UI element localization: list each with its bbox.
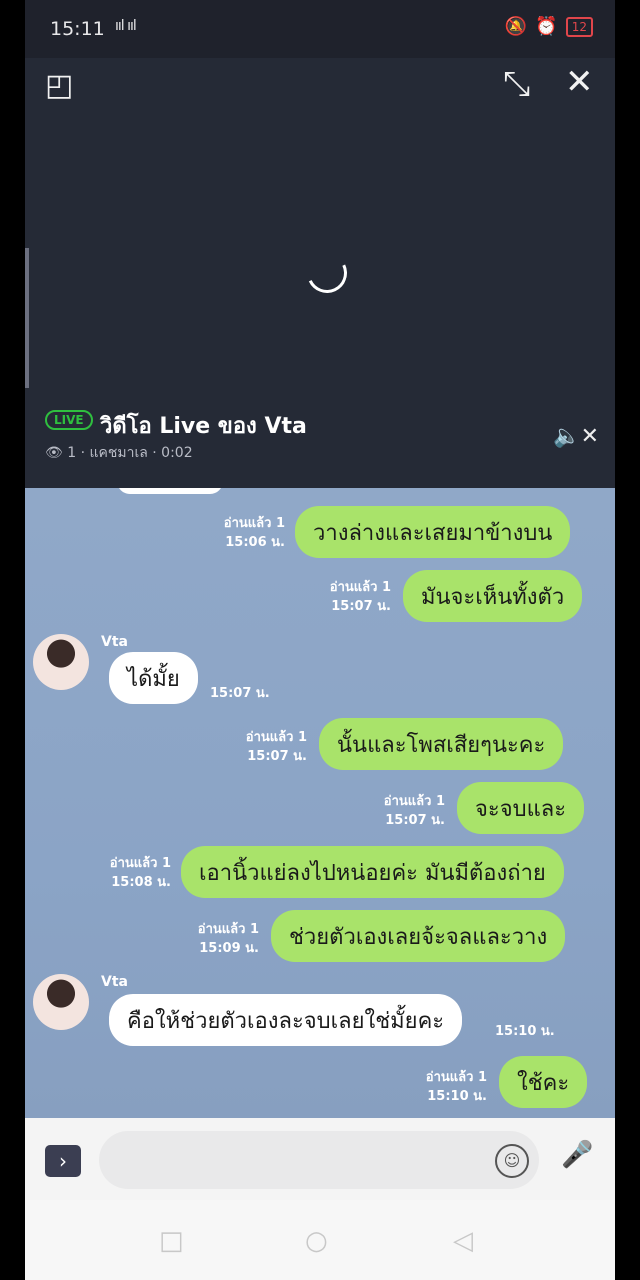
alarm-icon: ⏰: [535, 16, 558, 37]
emoji-icon[interactable]: ☺: [495, 1144, 529, 1178]
loading-spinner-icon: [301, 247, 353, 299]
message-bubble-out[interactable]: ใช้คะ: [499, 1056, 588, 1108]
message-time: 15:10 น.: [495, 1024, 555, 1039]
video-title: วิดีโอ Live ของ Vta: [100, 414, 307, 439]
video-meta: 👁 1 · แคชมาเล · 0:02: [45, 445, 193, 461]
read-receipt: อ่านแล้ว 1 15:07 น.: [329, 580, 391, 614]
avatar[interactable]: [33, 634, 89, 690]
status-time: 15:11: [50, 18, 105, 40]
read-receipt: อ่านแล้ว 1 15:07 น.: [383, 794, 445, 828]
message-input[interactable]: [99, 1131, 539, 1189]
read-receipt: อ่านแล้ว 1 15:10 น.: [425, 1070, 487, 1104]
close-icon[interactable]: ✕: [565, 62, 594, 102]
status-icons: 🔕 ⏰ 12: [505, 16, 593, 37]
chat-area[interactable]: อ่านแล้ว 1 15:06 น. วางล่างและเสยมาข้างบน…: [25, 488, 615, 1118]
read-receipt: อ่านแล้ว 1 15:08 น.: [109, 856, 171, 890]
message-bubble-out[interactable]: ช่วยตัวเองเลยจ้ะจลและวาง: [271, 910, 566, 962]
signal-icon: ııl ııl: [115, 18, 137, 34]
message-bubble-out[interactable]: วางล่างและเสยมาข้างบน: [295, 506, 571, 558]
pip-icon[interactable]: ◰: [45, 68, 73, 103]
scrollbar[interactable]: [25, 248, 29, 388]
back-icon[interactable]: ◁: [453, 1226, 473, 1256]
home-icon[interactable]: ○: [305, 1226, 328, 1256]
chevron-right-icon[interactable]: ›: [45, 1145, 81, 1177]
recents-icon[interactable]: □: [159, 1226, 184, 1256]
message-bubble-in[interactable]: คือให้ช่วยตัวเองละจบเลยใช่มั้ยคะ: [109, 994, 463, 1046]
battery-icon: 12: [565, 16, 593, 37]
sender-name: Vta: [101, 634, 128, 650]
read-receipt: อ่านแล้ว 1 15:07 น.: [245, 730, 307, 764]
avatar[interactable]: [33, 974, 89, 1030]
message-bubble-out[interactable]: นั้นและโพสเสียๆนะคะ: [319, 718, 564, 770]
phone-screen: 15:11 ııl ııl 🔕 ⏰ 12 ◰ ⤡ ✕ LIVE วิดีโอ L…: [25, 0, 615, 1280]
message-bubble-out[interactable]: มันจะเห็นทั้งตัว: [403, 570, 583, 622]
read-receipt: อ่านแล้ว 1 15:09 น.: [197, 922, 259, 956]
system-nav-bar: □ ○ ◁: [25, 1200, 615, 1280]
mic-icon[interactable]: 🎤: [561, 1140, 593, 1170]
message-bubble-out[interactable]: เอานิ้วแย่ลงไปหน่อยค่ะ มันมีต้องถ่าย: [181, 846, 564, 898]
message-time: 15:07 น.: [210, 686, 270, 701]
expand-icon[interactable]: ⤡: [503, 64, 530, 104]
message-bubble-partial: [117, 488, 223, 494]
message-input-bar: › ☺ 🎤: [25, 1118, 615, 1200]
status-bar: 15:11 ııl ııl 🔕 ⏰ 12: [25, 0, 615, 58]
vibrate-off-icon: 🔕: [504, 16, 528, 37]
live-badge: LIVE: [45, 410, 93, 430]
message-bubble-out[interactable]: จะจบและ: [457, 782, 585, 834]
read-receipt: อ่านแล้ว 1 15:06 น.: [223, 516, 285, 550]
sender-name: Vta: [101, 974, 128, 990]
message-bubble-in[interactable]: ได้มั้ย: [109, 652, 198, 704]
live-video-player[interactable]: ◰ ⤡ ✕ LIVE วิดีโอ Live ของ Vta 👁 1 · แคช…: [25, 58, 615, 488]
mute-icon[interactable]: 🔈✕: [553, 424, 599, 449]
